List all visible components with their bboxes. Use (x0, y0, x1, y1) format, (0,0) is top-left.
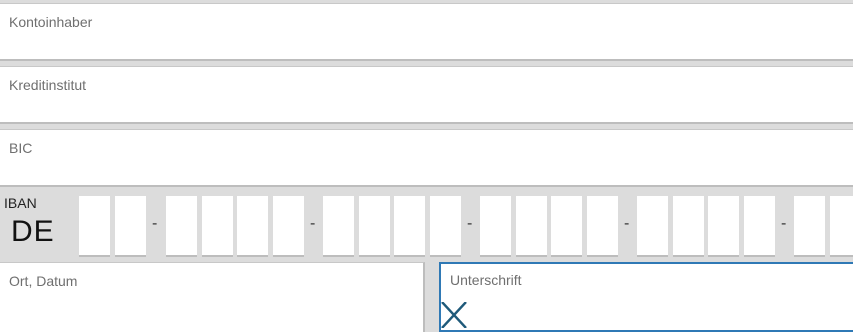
iban-digit-box[interactable] (516, 196, 547, 257)
iban-digit-box[interactable] (323, 196, 354, 257)
iban-label: IBAN (4, 195, 37, 211)
unterschrift-label: Unterschrift (450, 272, 522, 288)
iban-digit-box[interactable] (637, 196, 668, 257)
iban-digit-box[interactable] (480, 196, 511, 257)
kreditinstitut-label: Kreditinstitut (9, 77, 87, 93)
bic-label: BIC (9, 140, 33, 156)
iban-digit-box[interactable] (673, 196, 704, 257)
iban-digit-box[interactable] (394, 196, 425, 257)
iban-digit-box[interactable] (708, 196, 739, 257)
iban-group-separator: - (624, 215, 630, 232)
iban-digit-box[interactable] (551, 196, 582, 257)
iban-group-separator: - (310, 215, 316, 232)
iban-digit-box[interactable] (79, 196, 110, 257)
iban-group-separator: - (152, 215, 158, 232)
iban-group-separator: - (467, 215, 473, 232)
iban-group-separator: - (781, 215, 787, 232)
iban-digit-box[interactable] (202, 196, 233, 257)
iban-digit-box[interactable] (115, 196, 146, 257)
iban-digit-box[interactable] (273, 196, 304, 257)
bic-field[interactable]: BIC (0, 129, 853, 187)
iban-digit-box[interactable] (744, 196, 775, 257)
unterschrift-field[interactable]: Unterschrift (439, 262, 853, 332)
iban-digit-box[interactable] (587, 196, 618, 257)
signature-x-icon (441, 302, 467, 328)
iban-digit-box[interactable] (359, 196, 390, 257)
iban-digit-box[interactable] (830, 196, 853, 257)
iban-digit-box[interactable] (430, 196, 461, 257)
iban-digit-box[interactable] (237, 196, 268, 257)
iban-digit-box[interactable] (166, 196, 197, 257)
kontoinhaber-field[interactable]: Kontoinhaber (0, 3, 853, 61)
kreditinstitut-field[interactable]: Kreditinstitut (0, 66, 853, 124)
ort-datum-label: Ort, Datum (9, 273, 78, 289)
iban-digit-box[interactable] (794, 196, 825, 257)
kontoinhaber-label: Kontoinhaber (9, 14, 93, 30)
iban-country-code: DE (11, 215, 55, 248)
ort-datum-field[interactable]: Ort, Datum (0, 262, 425, 332)
